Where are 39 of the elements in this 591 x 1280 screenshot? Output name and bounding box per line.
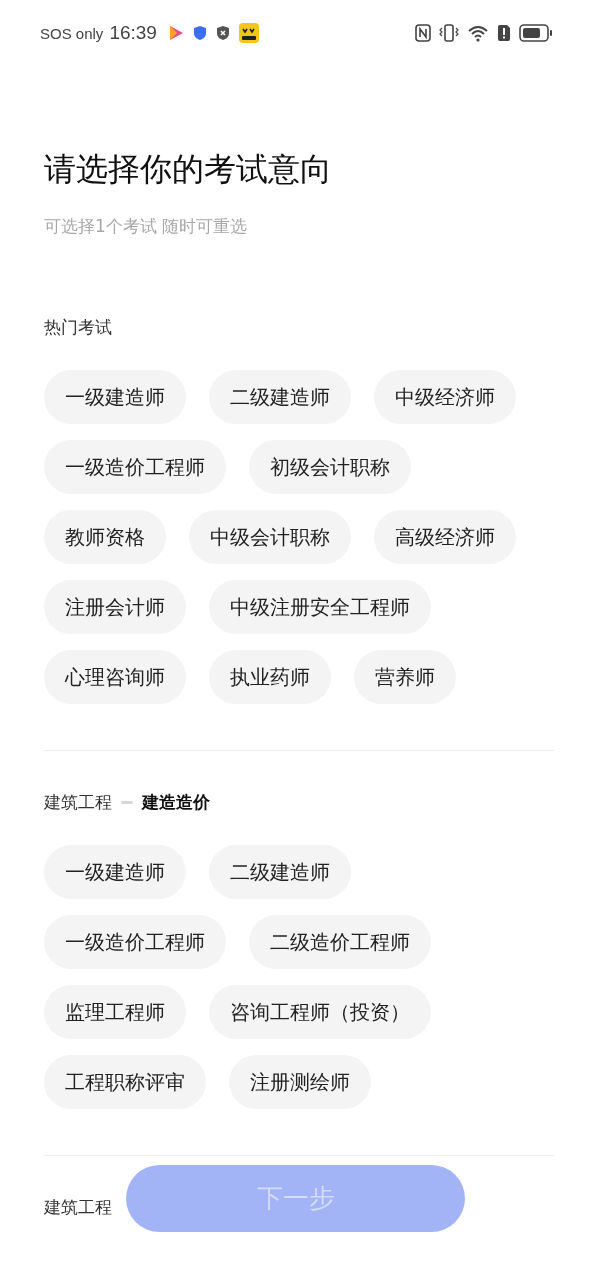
exam-chip[interactable]: 初级会计职称	[249, 440, 411, 494]
exam-chip[interactable]: 工程职称评审	[44, 1055, 206, 1109]
separator-mark	[121, 800, 133, 804]
shield-x-icon	[215, 25, 230, 41]
exam-chip[interactable]: 一级建造师	[44, 370, 186, 424]
exam-chip[interactable]: 监理工程师	[44, 985, 186, 1039]
page-title: 请选择你的考试意向	[44, 149, 333, 190]
battery-icon	[519, 24, 553, 42]
exam-chip[interactable]: 一级造价工程师	[44, 915, 226, 969]
nfc-icon	[415, 24, 431, 42]
clock-time: 16:39	[109, 22, 157, 44]
section-label: 建筑工程	[44, 790, 112, 814]
section-sublabel: 建造造价	[142, 790, 210, 814]
exam-chip[interactable]: 营养师	[354, 650, 456, 704]
sim-alert-icon	[497, 24, 511, 42]
exam-chip[interactable]: 中级会计职称	[189, 510, 351, 564]
carrier-text: SOS only	[40, 24, 104, 42]
exam-chip[interactable]: 心理咨询师	[44, 650, 186, 704]
shield-icon	[192, 25, 207, 41]
exam-chip[interactable]: 注册会计师	[44, 580, 186, 634]
exam-chip[interactable]: 二级造价工程师	[249, 915, 431, 969]
exam-chip[interactable]: 中级经济师	[374, 370, 516, 424]
exam-chip[interactable]: 教师资格	[44, 510, 166, 564]
exam-chip[interactable]: 二级建造师	[209, 845, 351, 899]
exam-chip[interactable]: 二级建造师	[209, 370, 351, 424]
exam-chip[interactable]: 注册测绘师	[229, 1055, 371, 1109]
page-subtitle: 可选择1个考试 随时可重选	[44, 215, 249, 238]
play-icon	[167, 24, 184, 42]
wifi-icon	[467, 23, 489, 43]
exam-chip[interactable]: 高级经济师	[374, 510, 516, 564]
exam-chip[interactable]: 一级建造师	[44, 845, 186, 899]
app-icon	[238, 23, 259, 43]
vibrate-icon	[439, 23, 459, 43]
section-label: 热门考试	[44, 315, 112, 339]
exam-chip[interactable]: 咨询工程师（投资）	[209, 985, 431, 1039]
exam-chip[interactable]: 一级造价工程师	[44, 440, 226, 494]
exam-chip[interactable]: 中级注册安全工程师	[209, 580, 431, 634]
exam-chip[interactable]: 执业药师	[209, 650, 331, 704]
section-label: 建筑工程	[44, 1195, 112, 1219]
